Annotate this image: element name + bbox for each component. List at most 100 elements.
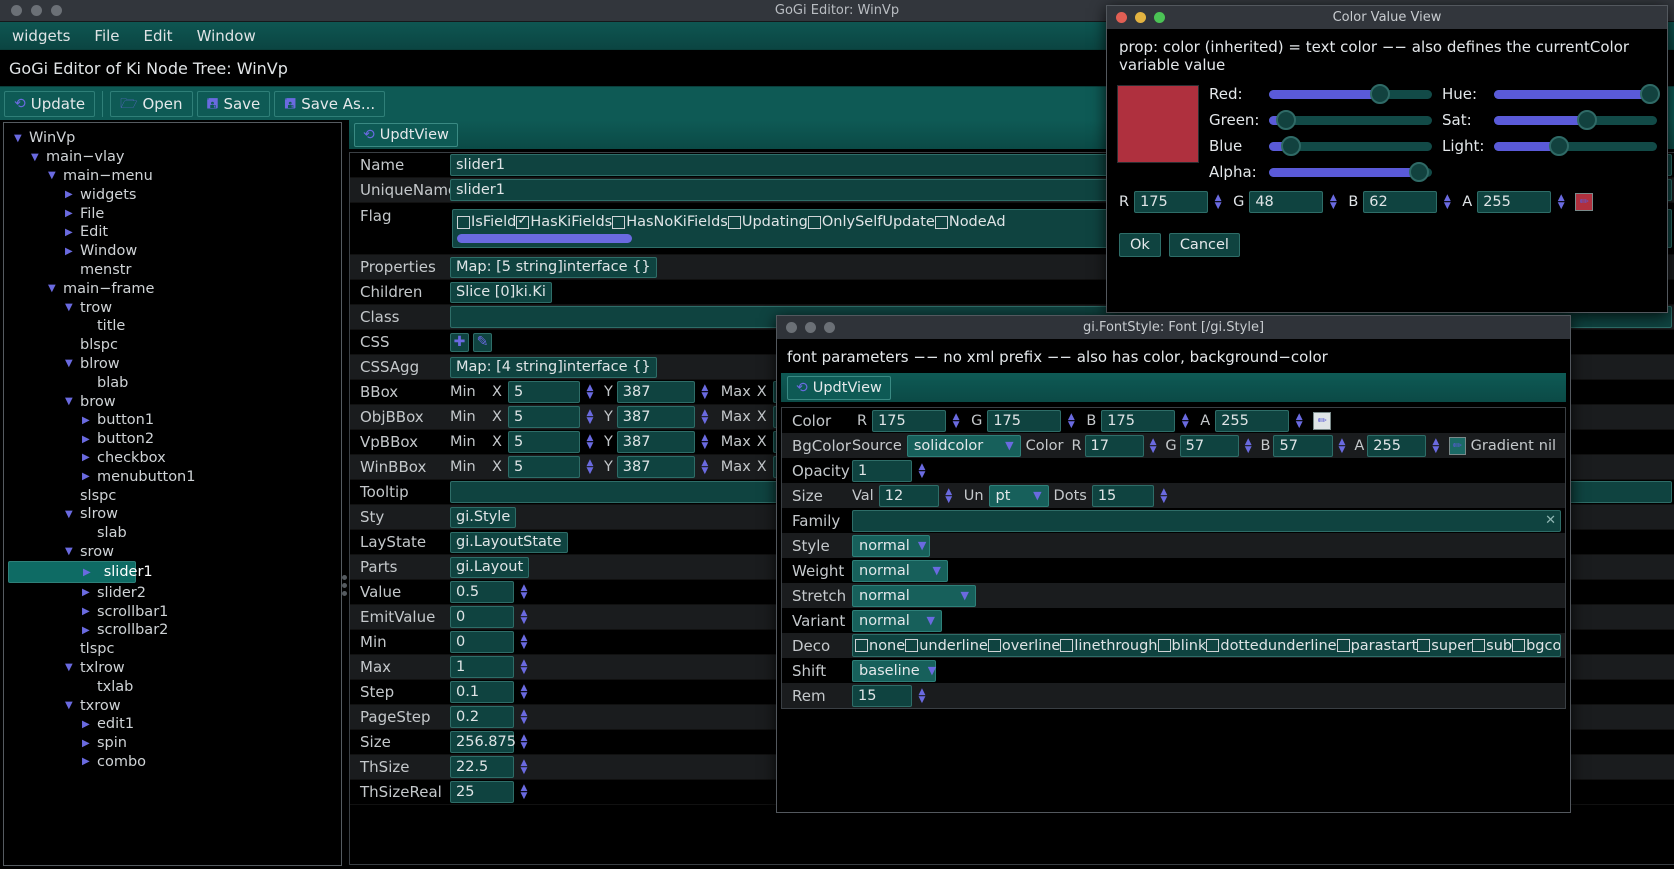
tree-node[interactable]: ▶ edit1 — [8, 715, 341, 734]
flag-checkbox[interactable]: HasNoKiFields — [612, 214, 728, 230]
deco-checkbox[interactable]: dottedunderline — [1206, 638, 1337, 654]
deco-checkbox[interactable]: parastart — [1336, 638, 1417, 654]
deco-checkbox[interactable]: bgcolor — [1512, 638, 1560, 654]
caret-down-icon[interactable]: ▼ — [65, 302, 75, 313]
flag-checkbox[interactable]: NodeAd — [934, 214, 1006, 230]
deco-bitfield[interactable]: none underline overline linethrough blink dot… — [852, 634, 1561, 657]
size-spinner[interactable]: ▲ ▼ — [517, 734, 531, 751]
size-val-input[interactable]: 12 — [878, 484, 939, 507]
bbox-y-input[interactable]: 387 — [616, 381, 695, 403]
min-spinner[interactable]: ▲ ▼ — [517, 634, 531, 651]
eyedropper-icon[interactable]: ✏ — [1313, 411, 1332, 430]
caret-right-icon[interactable]: ▶ — [82, 738, 92, 749]
flag-checkbox[interactable]: OnlySelfUpdate — [807, 214, 935, 230]
save-button[interactable]: 🖪 Save — [196, 90, 271, 117]
size-un-select[interactable]: pt ▼ — [988, 484, 1049, 507]
tree-node[interactable]: slab — [8, 524, 341, 543]
close-button[interactable] — [11, 5, 22, 16]
tree-node[interactable]: blspc — [8, 336, 341, 355]
color-rgba-fields[interactable]: R 175 ▲ ▼ G 48 ▲ ▼ B 62 ▲ ▼ A 255 ▲ ▼ ✏ — [1107, 181, 1667, 213]
bbox-x-spinner[interactable]: ▲ ▼ — [583, 384, 597, 401]
deco-checkbox[interactable]: underline — [905, 638, 988, 654]
bgcolor-a-spinner[interactable]: ▲ ▼ — [1429, 437, 1442, 454]
thsize-spinner[interactable]: ▲ ▼ — [517, 759, 531, 776]
font-variant-select[interactable]: normal ▼ — [852, 609, 942, 632]
bbox-y-spinner[interactable]: ▲ ▼ — [698, 384, 712, 401]
caret-down-icon[interactable]: ▼ — [48, 170, 58, 181]
size-val-spinner[interactable]: ▲ ▼ — [942, 487, 956, 504]
caret-down-icon[interactable]: ▼ — [14, 133, 24, 144]
pagestep-input[interactable]: 0.2 — [450, 706, 514, 728]
tree-node[interactable]: blab — [8, 373, 341, 392]
caret-down-icon[interactable]: ▼ — [65, 358, 75, 369]
rem-input[interactable]: 15 — [852, 684, 912, 707]
caret-right-icon[interactable]: ▶ — [82, 452, 92, 463]
font-shift-select[interactable]: baseline ▼ — [852, 659, 936, 682]
menu-item-window[interactable]: Window — [185, 24, 268, 48]
color-field-input[interactable]: 255 — [1477, 190, 1552, 213]
laystate-value[interactable]: gi.LayoutState — [450, 531, 568, 553]
tree-node[interactable]: ▼ txrow — [8, 696, 341, 715]
font-stretch-select[interactable]: normal ▼ — [852, 584, 976, 607]
tree-node[interactable]: ▶ Window — [8, 242, 341, 261]
tree-node[interactable]: menstr — [8, 261, 341, 280]
caret-right-icon[interactable]: ▶ — [82, 625, 92, 636]
ok-button[interactable]: Ok — [1119, 232, 1161, 257]
slider-knob[interactable] — [1280, 135, 1301, 156]
window-controls[interactable] — [0, 5, 62, 16]
menu-item-edit[interactable]: Edit — [132, 24, 185, 48]
node-tree[interactable]: ▼ WinVp ▼ main−vlay ▼ main−menu ▶ widgets ▶ File ▶… — [4, 123, 341, 771]
slider-knob[interactable] — [1275, 109, 1296, 130]
tree-node[interactable]: tlspc — [8, 640, 341, 659]
color-field-spinner[interactable]: ▲ ▼ — [1326, 193, 1340, 210]
max-spinner[interactable]: ▲ ▼ — [517, 659, 531, 676]
step-input[interactable]: 0.1 — [450, 681, 514, 703]
menu-item-file[interactable]: File — [82, 24, 131, 48]
min-input[interactable]: 0 — [450, 631, 514, 653]
tree-node[interactable]: ▶ menubutton1 — [8, 467, 341, 486]
thsize-input[interactable]: 22.5 — [450, 756, 514, 778]
thsizereal-spinner[interactable]: ▲ ▼ — [517, 784, 531, 801]
emitvalue-input[interactable]: 0 — [450, 606, 514, 628]
flag-checkbox[interactable]: IsField — [457, 214, 516, 230]
save-as-button[interactable]: 🖪 Save As... — [274, 90, 386, 117]
winbbox-x-input[interactable]: 5 — [507, 456, 580, 478]
menu-item-widgets[interactable]: widgets — [0, 24, 82, 48]
color-slider[interactable] — [1269, 109, 1432, 130]
color-g-input[interactable]: 175 — [987, 409, 1062, 432]
font-weight-select[interactable]: normal ▼ — [852, 559, 948, 582]
tree-node[interactable]: slspc — [8, 486, 341, 505]
winbbox-y-input[interactable]: 387 — [616, 456, 695, 478]
color-a-input[interactable]: 255 — [1215, 409, 1290, 432]
step-spinner[interactable]: ▲ ▼ — [517, 684, 531, 701]
color-slider[interactable] — [1269, 83, 1432, 104]
tree-node[interactable]: ▼ main−menu — [8, 167, 341, 186]
sty-value[interactable]: gi.Style — [450, 506, 517, 528]
size-input[interactable]: 256.875 — [450, 731, 516, 753]
color-field-spinner[interactable]: ▲ ▼ — [1211, 193, 1225, 210]
tree-node[interactable]: ▶ checkbox — [8, 449, 341, 468]
emitvalue-spinner[interactable]: ▲ ▼ — [517, 609, 531, 626]
color-r-spinner[interactable]: ▲ ▼ — [949, 412, 963, 429]
tree-node[interactable]: title — [8, 317, 341, 336]
caret-right-icon[interactable]: ▶ — [82, 719, 92, 730]
color-a-spinner[interactable]: ▲ ▼ — [1292, 412, 1306, 429]
caret-right-icon[interactable]: ▶ — [82, 756, 92, 767]
maximize-button[interactable] — [51, 5, 62, 16]
deco-checkbox[interactable]: none — [855, 638, 905, 654]
tree-node[interactable]: ▼ srow — [8, 543, 341, 562]
color-slider[interactable] — [1269, 161, 1432, 182]
bbox-x-input[interactable]: 5 — [507, 381, 580, 403]
objbbox-y-spinner[interactable]: ▲ ▼ — [698, 409, 712, 426]
color-field-input[interactable]: 48 — [1249, 190, 1324, 213]
tree-node[interactable]: ▼ slrow — [8, 505, 341, 524]
plus-icon[interactable]: ✚ — [450, 332, 469, 352]
caret-down-icon[interactable]: ▼ — [48, 283, 58, 294]
bgcolor-a-input[interactable]: 255 — [1367, 434, 1427, 457]
vpbbox-y-spinner[interactable]: ▲ ▼ — [698, 434, 712, 451]
flag-scrollbar[interactable] — [457, 234, 632, 243]
caret-right-icon[interactable]: ▶ — [82, 434, 92, 445]
caret-right-icon[interactable]: ▶ — [82, 415, 92, 426]
value-spinner[interactable]: ▲ ▼ — [517, 584, 531, 601]
slider-knob[interactable] — [1408, 161, 1429, 182]
